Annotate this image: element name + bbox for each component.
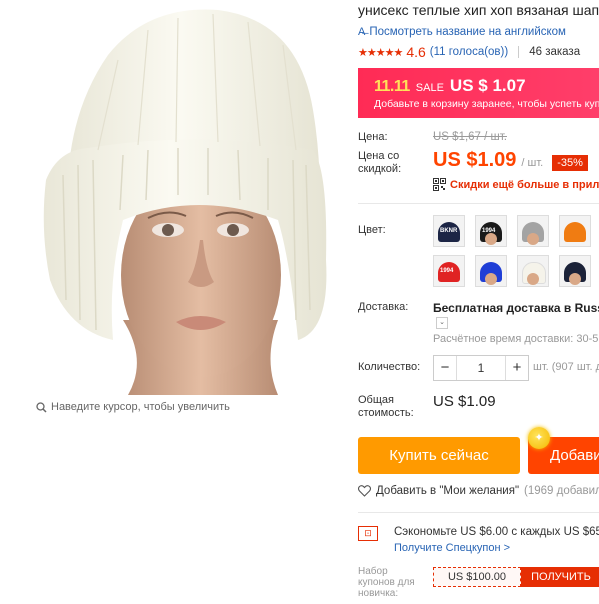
newbie-coupon-label-line2: купонов для xyxy=(358,577,415,588)
wishlist-count: (1969 добавил xyxy=(524,485,599,497)
orders-count: 46 заказа xyxy=(529,46,581,58)
discount-price-label: Цена со скидкой: xyxy=(358,150,401,176)
swatch-text: BKNR xyxy=(440,228,458,234)
translate-title-link[interactable]: A̶ Посмотреть название на английском xyxy=(358,26,566,38)
divider xyxy=(358,203,599,204)
quantity-stepper: − 1 + xyxy=(433,355,529,381)
discount-price-label-line1: Цена со xyxy=(358,150,400,162)
price-unit: / шт. xyxy=(521,157,544,169)
magnifier-icon xyxy=(36,401,47,413)
color-swatch-black-print[interactable]: 1994 xyxy=(475,215,507,247)
buy-now-button[interactable]: Купить сейчас xyxy=(358,437,520,474)
zoom-hint-text: Наведите курсор, чтобы увеличить xyxy=(51,401,230,413)
color-swatch-gray[interactable] xyxy=(517,215,549,247)
discount-price-label-line2: скидкой: xyxy=(358,163,402,175)
zoom-hint: Наведите курсор, чтобы увеличить xyxy=(36,401,230,413)
old-price: US $1,67 / шт. xyxy=(433,131,507,143)
chevron-down-icon[interactable]: ⌄ xyxy=(436,317,448,329)
votes-link[interactable]: (11 голоса(ов)) xyxy=(430,46,508,58)
heart-icon xyxy=(358,485,371,497)
quantity-plus-button[interactable]: + xyxy=(506,356,528,380)
color-swatch-navy[interactable]: BKNR xyxy=(433,215,465,247)
app-discount-link[interactable]: Скидки ещё больше в прило xyxy=(433,178,599,191)
coupon-save-text: Сэкономьте US $6.00 с каждых US $65.0 xyxy=(394,526,599,538)
total-label-line2: стоимость: xyxy=(358,407,414,419)
current-price-row: US $1.09 / шт. -35% xyxy=(433,149,588,172)
translate-title-label: Посмотреть название на английском xyxy=(369,26,566,38)
total-price: US $1.09 xyxy=(433,393,496,410)
newbie-coupon-label: Набор купонов для новичка: xyxy=(358,566,415,599)
sale-word: SALE xyxy=(415,82,444,94)
product-image[interactable] xyxy=(28,0,348,395)
divider xyxy=(358,512,599,513)
product-title: унисекс теплые хип хоп вязаная шапк xyxy=(358,2,599,18)
divider xyxy=(518,46,520,58)
color-swatch-red[interactable]: 1994 xyxy=(433,255,465,287)
coupon-icon: ⊡ xyxy=(358,526,378,541)
app-discount-text: Скидки ещё больше в прило xyxy=(450,178,599,191)
total-label: Общая стоимость: xyxy=(358,394,414,420)
sale-banner: 11.11 SALE US $ 1.07 Добавьте в корзину … xyxy=(358,68,599,118)
shipping-label: Доставка: xyxy=(358,301,409,313)
sale-date: 11.11 xyxy=(374,78,410,95)
color-swatch-blue[interactable] xyxy=(475,255,507,287)
price-label: Цена: xyxy=(358,131,388,143)
rating-value: 4.6 xyxy=(406,44,426,60)
quantity-available: шт. (907 шт. д xyxy=(533,361,599,373)
get-coupon-button[interactable]: ПОЛУЧИТЬ xyxy=(521,567,599,587)
rating-row: ★★★★★ 4.6 (11 голоса(ов)) 46 заказа xyxy=(358,44,580,60)
current-price: US $1.09 xyxy=(433,149,517,171)
color-swatch-orange[interactable] xyxy=(559,215,591,247)
quantity-input[interactable]: 1 xyxy=(456,356,506,380)
translate-icon: A̶ xyxy=(358,26,366,38)
coupon-amount: US $100.00 xyxy=(433,567,521,587)
color-swatches: BKNR 1994 1994 xyxy=(433,215,593,287)
discount-badge: -35% xyxy=(552,155,588,171)
coin-icon: ✦ xyxy=(528,427,550,449)
qr-code-icon xyxy=(433,178,446,191)
newbie-coupon-label-line3: новичка: xyxy=(358,588,399,599)
newbie-coupon-label-line1: Набор xyxy=(358,566,388,577)
quantity-minus-button[interactable]: − xyxy=(434,356,456,380)
color-label: Цвет: xyxy=(358,224,386,236)
rating-stars-icon: ★★★★★ xyxy=(358,46,403,59)
sale-note: Добавьте в корзину заранее, чтобы успеть… xyxy=(374,98,599,110)
quantity-label: Количество: xyxy=(358,361,421,373)
color-swatch-dark-navy[interactable] xyxy=(559,255,591,287)
wishlist-label: Добавить в "Мои желания" xyxy=(376,485,520,497)
color-swatch-white[interactable] xyxy=(517,255,549,287)
total-label-line1: Общая xyxy=(358,394,394,406)
shipping-value[interactable]: Бесплатная доставка в Russian xyxy=(433,301,599,315)
add-to-wishlist-link[interactable]: Добавить в "Мои желания" (1969 добавил xyxy=(358,485,599,497)
sale-price: US $ 1.07 xyxy=(449,76,526,95)
get-coupon-link[interactable]: Получите Спецкупон > xyxy=(394,542,510,554)
swatch-text: 1994 xyxy=(440,268,454,274)
shipping-time: Расчётное время доставки: 30-5 xyxy=(433,333,599,345)
